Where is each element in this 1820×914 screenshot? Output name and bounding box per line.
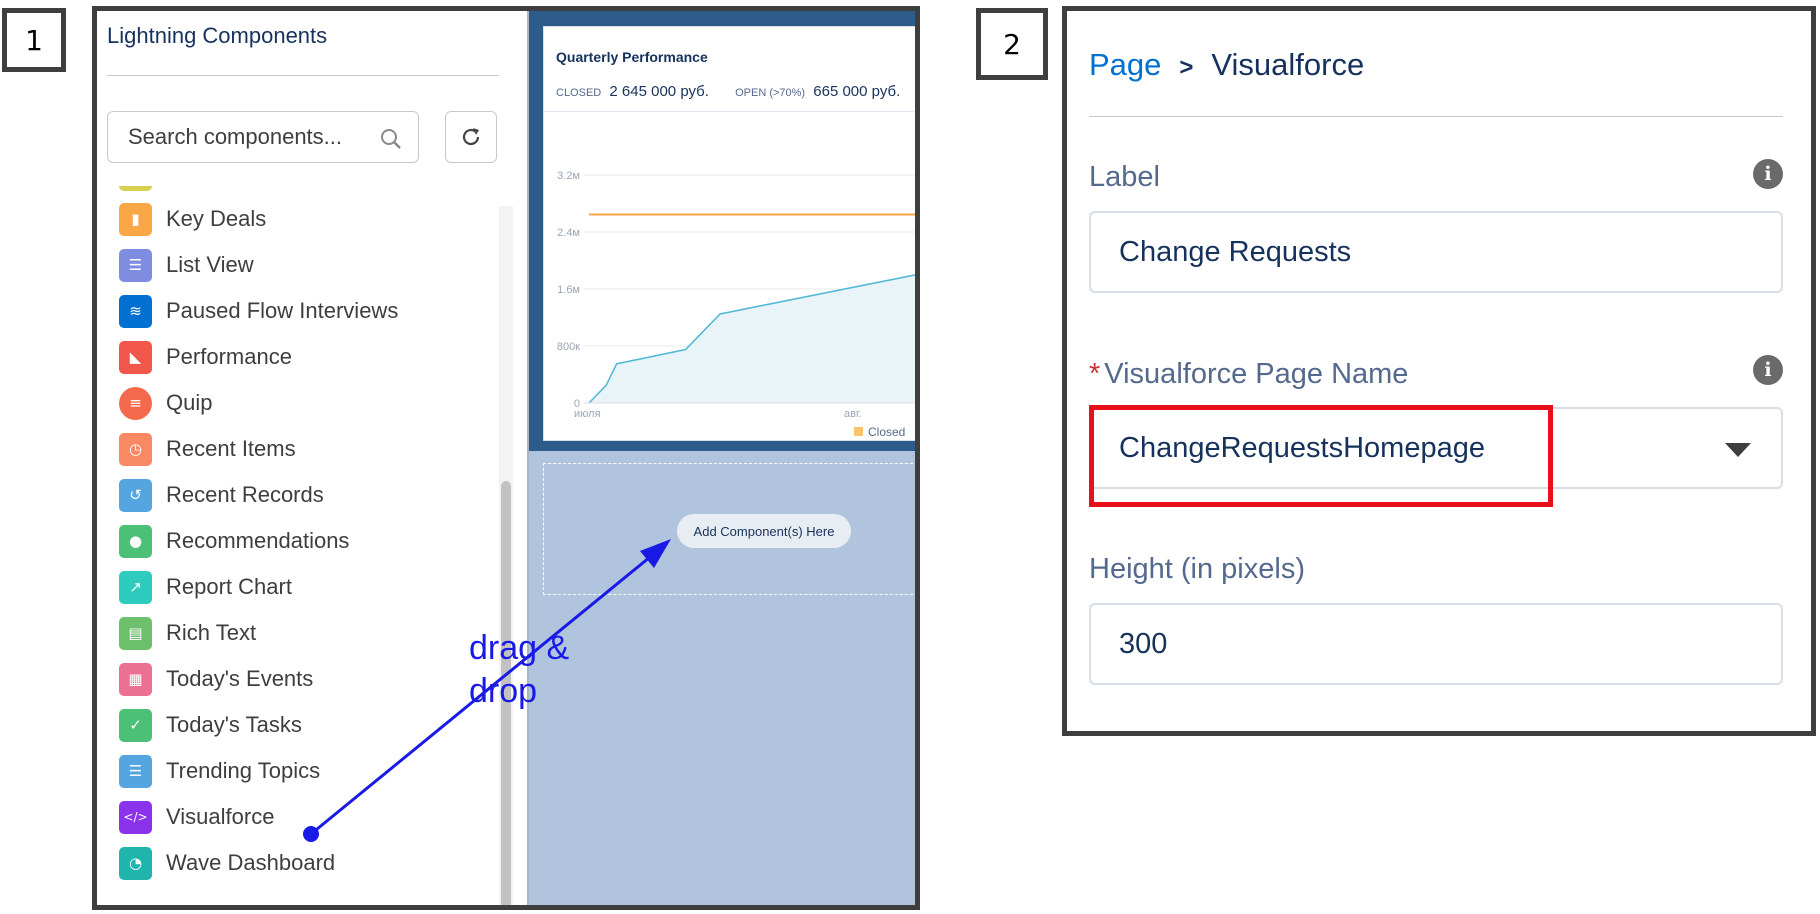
breadcrumb: Page > Visualforce	[1089, 47, 1364, 83]
lightning-app-builder-panel: Lightning Components Search components..…	[92, 6, 920, 910]
step-number-badge: 1	[2, 8, 66, 72]
breadcrumb-current: Visualforce	[1211, 47, 1365, 82]
red-highlight-box	[1089, 405, 1553, 507]
dropdown-caret-icon[interactable]	[1725, 443, 1751, 457]
visualforce-properties-panel: Page > Visualforce Label i Change Requests…	[1062, 6, 1816, 736]
breadcrumb-page-link[interactable]: Page	[1089, 47, 1161, 82]
drag-arrow	[303, 539, 671, 842]
info-icon[interactable]: i	[1753, 355, 1783, 385]
divider	[1089, 116, 1783, 117]
label-field-label: Label	[1089, 161, 1160, 193]
page-name-label-text: Visualforce Page Name	[1104, 358, 1409, 390]
step-number-badge: 2	[976, 8, 1048, 80]
label-input[interactable]: Change Requests	[1089, 211, 1783, 293]
page-name-field-label: * Visualforce Page Name	[1089, 358, 1408, 391]
breadcrumb-chevron-icon: >	[1179, 54, 1194, 81]
height-input[interactable]: 300	[1089, 603, 1783, 685]
height-field-label: Height (in pixels)	[1089, 553, 1305, 585]
required-asterisk: *	[1089, 358, 1101, 390]
info-icon[interactable]: i	[1753, 159, 1783, 189]
